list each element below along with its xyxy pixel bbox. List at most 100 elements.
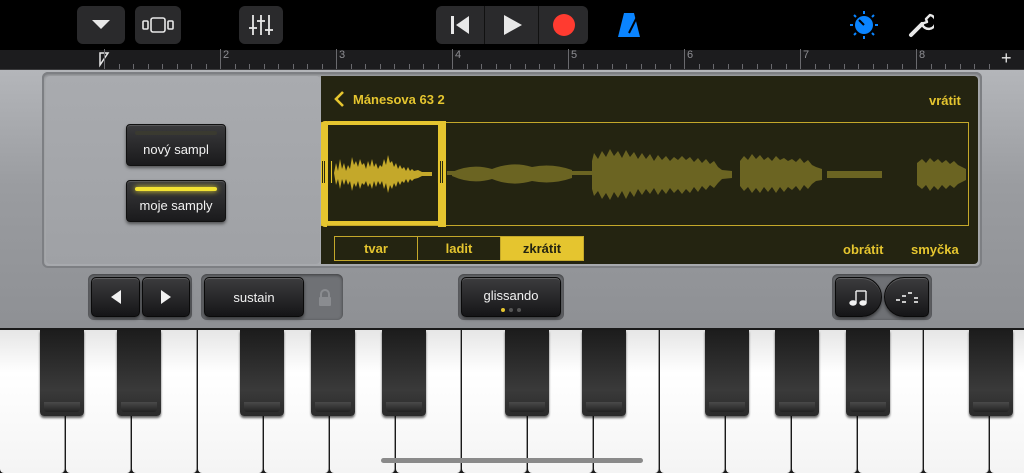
lock-icon (319, 289, 331, 306)
left-trim-bar[interactable] (321, 121, 327, 227)
sample-display: Mánesova 63 2 vrátit tvar ladit zkrátit … (321, 76, 978, 264)
ruler-tick (785, 64, 787, 69)
my-samples-led (135, 187, 217, 191)
sampler-frame: nový sampl moje samply Mánesova 63 2 vrá… (42, 72, 982, 268)
settings-button[interactable] (904, 8, 938, 42)
black-key[interactable] (117, 330, 161, 416)
page-dot (509, 308, 513, 312)
browser-dropdown-button[interactable] (77, 6, 125, 44)
octave-down-button[interactable] (91, 277, 140, 317)
ruler-tick (350, 64, 352, 69)
ruler-tick (118, 64, 120, 69)
new-sample-button[interactable]: nový sampl (126, 124, 226, 166)
page-dot-active (501, 308, 505, 312)
ruler-tick (539, 64, 540, 69)
black-key[interactable] (40, 330, 84, 416)
ruler-tick (104, 49, 105, 69)
black-key[interactable] (705, 330, 749, 416)
trim-selection[interactable] (324, 121, 446, 225)
metronome-icon (618, 13, 640, 37)
sample-source-zone: nový sampl moje samply (46, 76, 320, 264)
record-button[interactable] (540, 6, 588, 44)
ruler-tick (234, 64, 236, 69)
rewind-button[interactable] (436, 6, 484, 44)
edit-mode-tabs: tvar ladit zkrátit (334, 236, 584, 261)
play-button[interactable] (486, 6, 538, 44)
metronome-button[interactable] (614, 8, 644, 42)
waveform-area[interactable] (321, 121, 969, 227)
black-key[interactable] (846, 330, 890, 416)
ruler-tick (945, 64, 946, 69)
tab-shape[interactable]: tvar (335, 237, 418, 260)
black-key[interactable] (311, 330, 355, 416)
piano-keyboard[interactable] (0, 328, 1024, 473)
ruler-tick (495, 64, 497, 69)
rewind-icon (451, 16, 469, 34)
ruler-tick (379, 64, 381, 69)
ruler-tick (669, 64, 671, 69)
ruler-tick (408, 64, 410, 69)
tab-tune[interactable]: ladit (418, 237, 501, 260)
note-arpeggiator-button[interactable] (835, 277, 882, 317)
right-trim-bar[interactable] (438, 121, 446, 227)
tab-trim[interactable]: zkrátit (501, 237, 583, 260)
arpeggio-pattern-button[interactable] (884, 277, 929, 317)
ruler-tick (394, 64, 395, 69)
sampler-panel: nový sampl moje samply Mánesova 63 2 vrá… (0, 70, 1024, 328)
transport-group (436, 6, 588, 44)
record-icon (553, 14, 575, 36)
home-indicator[interactable] (381, 458, 643, 463)
my-samples-button[interactable]: moje samply (126, 180, 226, 222)
dropdown-icon (92, 20, 110, 29)
glissando-button[interactable]: glissando (461, 277, 561, 317)
ruler-tick (655, 64, 656, 69)
mixer-button[interactable] (239, 6, 283, 44)
tracks-view-button[interactable] (135, 6, 181, 44)
ruler-tick (640, 64, 642, 69)
black-key[interactable] (582, 330, 626, 416)
ruler-tick (814, 64, 816, 69)
sustain-label: sustain (233, 289, 275, 305)
ruler-tick (553, 64, 555, 69)
glissando-label: glissando (483, 287, 539, 303)
ruler-tick (582, 64, 584, 69)
ruler-tick (205, 64, 207, 69)
ruler-tick (423, 64, 424, 69)
playhead-icon[interactable] (98, 51, 112, 69)
timeline-ruler[interactable]: 2 3 4 5 6 7 8 + (0, 48, 1024, 70)
ruler-tick (756, 64, 758, 69)
black-key[interactable] (240, 330, 284, 416)
chevron-left-icon (334, 91, 344, 107)
ruler-tick (568, 49, 569, 69)
ruler-tick (829, 64, 830, 69)
master-settings-button[interactable] (848, 8, 880, 42)
reverse-button[interactable]: obrátit (843, 242, 883, 257)
ruler-tick (887, 64, 888, 69)
black-key[interactable] (775, 330, 819, 416)
undo-button[interactable]: vrátit (929, 93, 961, 108)
octave-up-button[interactable] (142, 277, 190, 317)
ruler-bar-label: 2 (223, 49, 230, 61)
add-section-button[interactable]: + (1001, 48, 1012, 69)
sustain-lock-button[interactable] (312, 285, 338, 311)
ruler-tick (713, 64, 714, 69)
ruler-tick (974, 64, 975, 69)
black-key[interactable] (505, 330, 549, 416)
grip-icon (440, 161, 443, 183)
triangle-right-icon (161, 290, 171, 304)
ruler-tick (133, 64, 134, 69)
loop-button[interactable]: smyčka (911, 242, 959, 257)
sustain-button[interactable]: sustain (204, 277, 304, 317)
grip-icon (322, 161, 325, 183)
black-key[interactable] (382, 330, 426, 416)
ruler-tick (597, 64, 598, 69)
ruler-bar-label: 3 (339, 49, 346, 61)
ruler-tick (626, 64, 627, 69)
tab-trim-label: zkrátit (522, 241, 562, 256)
ruler-tick (698, 64, 700, 69)
new-sample-label: nový sampl (143, 141, 209, 157)
back-to-samples-button[interactable]: Mánesova 63 2 (333, 90, 445, 108)
ruler-tick (916, 49, 917, 69)
black-key[interactable] (969, 330, 1013, 416)
trim-start-handle[interactable] (330, 161, 333, 183)
